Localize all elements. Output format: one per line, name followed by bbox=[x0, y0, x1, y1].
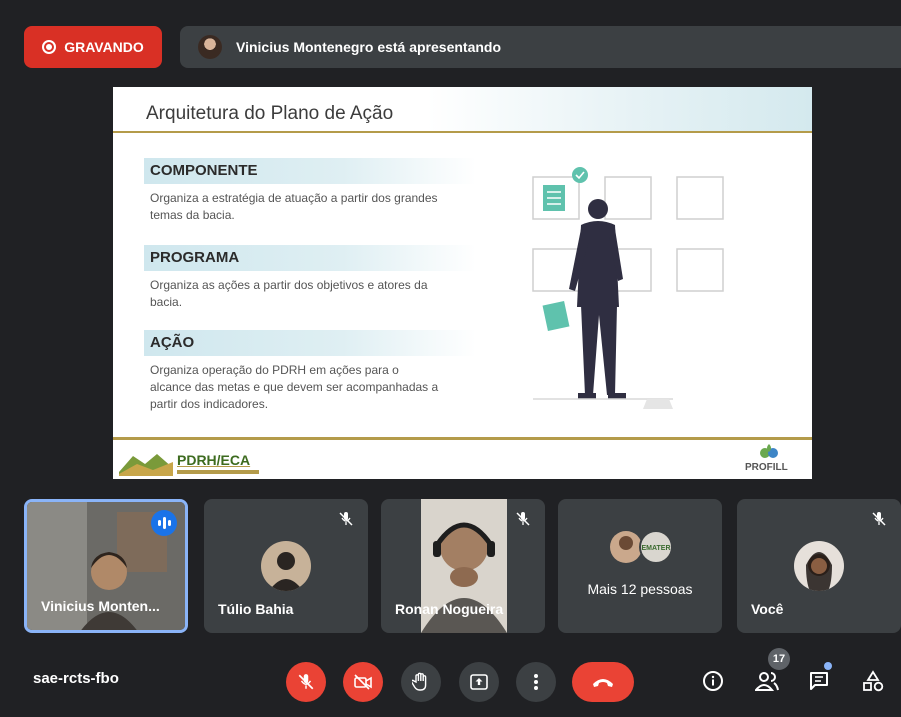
activities-button[interactable] bbox=[860, 668, 886, 694]
participant-avatar bbox=[794, 541, 844, 591]
participant-tile-ronan[interactable]: Ronan Nogueira bbox=[381, 499, 545, 633]
participant-tile-tulio[interactable]: Túlio Bahia bbox=[204, 499, 368, 633]
people-icon bbox=[755, 672, 779, 691]
camera-toggle-button[interactable] bbox=[343, 662, 383, 702]
section-heading: COMPONENTE bbox=[144, 158, 476, 184]
leave-call-button[interactable] bbox=[572, 662, 634, 702]
section-acao: AÇÃO Organiza operação do PDRH em ações … bbox=[144, 330, 504, 413]
section-heading: AÇÃO bbox=[144, 330, 476, 356]
participant-tile-self[interactable]: Você bbox=[737, 499, 901, 633]
participant-name: Túlio Bahia bbox=[218, 601, 294, 617]
pdrh-logo-text: PDRH/ECA bbox=[177, 452, 251, 468]
mic-off-icon bbox=[516, 512, 530, 526]
participant-name: Ronan Nogueira bbox=[395, 601, 504, 617]
present-screen-icon bbox=[470, 674, 488, 690]
section-programa: PROGRAMA Organiza as ações a partir dos … bbox=[144, 245, 504, 311]
recording-label: GRAVANDO bbox=[64, 39, 144, 55]
slide-title: Arquitetura do Plano de Ação bbox=[146, 103, 394, 124]
chat-button[interactable] bbox=[806, 668, 832, 694]
participant-name: Vinicius Monten... bbox=[41, 598, 160, 614]
presentation-slide: Arquitetura do Plano de Ação COMPONENTE … bbox=[113, 87, 812, 479]
end-call-icon bbox=[593, 679, 613, 687]
profill-logo-text: PROFILL bbox=[745, 462, 788, 473]
planning-illustration bbox=[532, 167, 724, 409]
chat-notification-dot bbox=[824, 662, 832, 670]
mic-off-icon bbox=[872, 512, 886, 526]
recording-badge[interactable]: GRAVANDO bbox=[24, 26, 162, 68]
more-vert-icon bbox=[534, 674, 538, 690]
activities-shapes-icon bbox=[863, 670, 884, 692]
section-description: Organiza operação do PDRH em ações para … bbox=[150, 363, 439, 411]
info-icon bbox=[703, 671, 723, 691]
chat-icon bbox=[810, 672, 828, 690]
presenting-text: Vinicius Montenegro está apresentando bbox=[236, 39, 502, 55]
section-heading: PROGRAMA bbox=[144, 245, 476, 271]
section-componente: COMPONENTE Organiza a estratégia de atua… bbox=[144, 158, 504, 224]
mic-toggle-button[interactable] bbox=[286, 662, 326, 702]
more-options-button[interactable] bbox=[516, 662, 556, 702]
more-participants-label: Mais 12 pessoas bbox=[587, 581, 693, 597]
record-icon bbox=[42, 40, 57, 54]
presenting-banner: Vinicius Montenegro está apresentando bbox=[180, 26, 901, 68]
mic-off-icon bbox=[298, 674, 314, 690]
raise-hand-button[interactable] bbox=[401, 662, 441, 702]
meeting-details-button[interactable] bbox=[700, 668, 726, 694]
participant-tile-vinicius[interactable]: Vinicius Monten... bbox=[24, 499, 188, 633]
participant-avatars-stack: EMATER bbox=[610, 530, 673, 564]
participant-name: Você bbox=[751, 601, 784, 617]
participant-avatar bbox=[261, 541, 311, 591]
speaking-indicator-icon bbox=[151, 510, 177, 536]
raise-hand-icon bbox=[412, 672, 427, 691]
participant-tile-more[interactable]: EMATER Mais 12 pessoas bbox=[558, 499, 722, 633]
present-screen-button[interactable] bbox=[459, 662, 499, 702]
slide-title-rule bbox=[113, 131, 812, 133]
presenter-avatar bbox=[198, 35, 222, 59]
slide-footer: PDRH/ECA PROFILL bbox=[113, 440, 812, 479]
section-description: Organiza a estratégia de atuação a parti… bbox=[150, 191, 438, 222]
svg-text:EMATER: EMATER bbox=[641, 545, 670, 552]
mic-off-icon bbox=[339, 512, 353, 526]
participant-count-badge: 17 bbox=[768, 648, 790, 670]
camera-off-icon bbox=[354, 674, 372, 690]
participants-button[interactable] bbox=[754, 668, 780, 694]
section-description: Organiza as ações a partir dos objetivos… bbox=[150, 278, 428, 309]
meeting-code: sae-rcts-fbo bbox=[33, 670, 119, 687]
profill-logo-icon bbox=[760, 444, 778, 458]
